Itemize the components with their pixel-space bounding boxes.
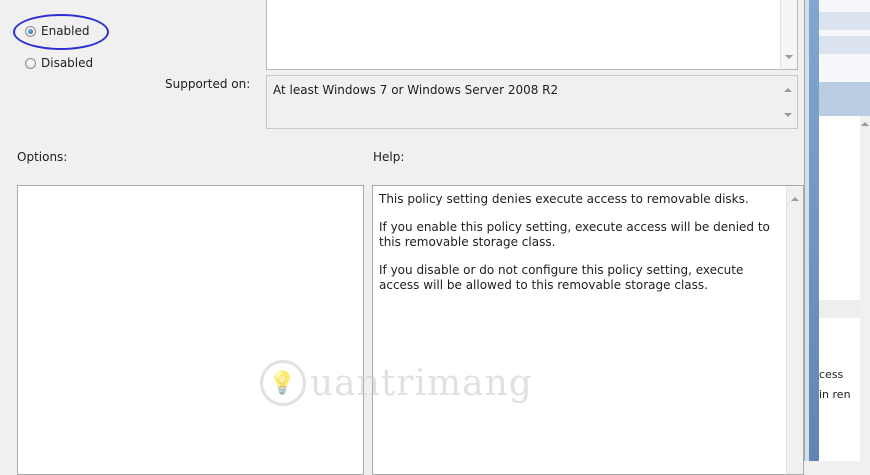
- help-pane[interactable]: This policy setting denies execute acces…: [372, 185, 804, 475]
- policy-setting-dialog: Enabled Disabled Supported on: At least …: [0, 0, 804, 475]
- background-window: cess in ren: [819, 0, 870, 461]
- watermark: 💡 uantrimang: [260, 360, 533, 406]
- scroll-up-icon[interactable]: [791, 197, 799, 201]
- window-frame-blue: [809, 0, 819, 461]
- scroll-down-icon[interactable]: [785, 55, 793, 59]
- help-text: This policy setting denies execute acces…: [379, 192, 774, 306]
- background-row: [819, 300, 860, 318]
- highlight-annotation-ellipse: [13, 14, 109, 50]
- options-label: Options:: [17, 150, 68, 164]
- help-scrollbar[interactable]: [786, 186, 803, 474]
- toolbar-band: [819, 36, 870, 54]
- background-text-fragment: cess: [819, 368, 844, 381]
- comment-textbox[interactable]: [266, 0, 798, 70]
- help-paragraph: If you disable or do not configure this …: [379, 263, 744, 292]
- options-pane[interactable]: [17, 185, 364, 475]
- disabled-radio-label[interactable]: Disabled: [41, 56, 93, 70]
- background-header: [819, 82, 870, 116]
- scroll-up-icon[interactable]: [861, 122, 869, 126]
- background-toolbar: [819, 0, 870, 82]
- disabled-radio[interactable]: [25, 57, 36, 69]
- help-paragraph: This policy setting denies execute acces…: [379, 192, 749, 206]
- scroll-up-icon[interactable]: [784, 88, 792, 92]
- help-paragraph: If you enable this policy setting, execu…: [379, 220, 770, 249]
- supported-on-label: Supported on:: [165, 77, 251, 91]
- toolbar-band: [819, 12, 870, 30]
- supported-on-value: At least Windows 7 or Windows Server 200…: [273, 83, 559, 97]
- supported-on-scrollbar[interactable]: [780, 76, 797, 128]
- background-text-fragment: in ren: [819, 388, 851, 401]
- help-label: Help:: [373, 150, 405, 164]
- disabled-radio-row[interactable]: Disabled: [25, 54, 93, 72]
- lightbulb-icon: 💡: [260, 360, 306, 406]
- watermark-text: uantrimang: [310, 362, 533, 404]
- comment-scrollbar[interactable]: [780, 0, 797, 69]
- background-scrollbar[interactable]: [860, 116, 870, 461]
- scroll-down-icon[interactable]: [784, 113, 792, 117]
- supported-on-field: At least Windows 7 or Windows Server 200…: [266, 75, 798, 129]
